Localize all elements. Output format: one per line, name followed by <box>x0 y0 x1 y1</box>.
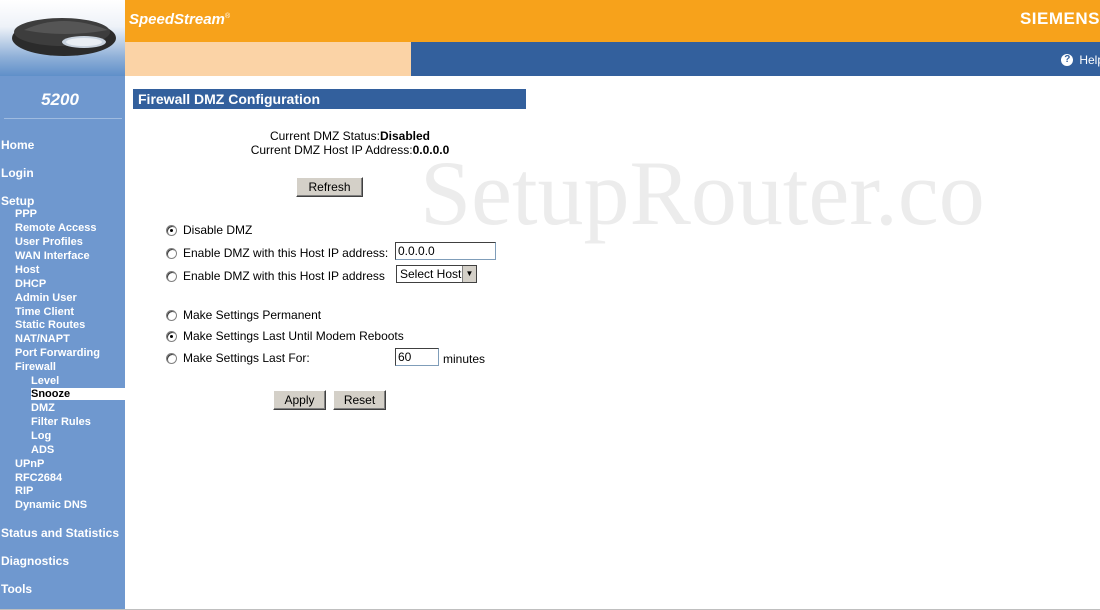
sidebar-divider <box>4 118 122 119</box>
host-select[interactable]: Select Host ▼ <box>396 265 477 283</box>
sidebar-item-level[interactable]: Level <box>31 375 59 387</box>
dmz-host-row: Current DMZ Host IP Address:0.0.0.0 <box>200 143 500 157</box>
header-bar: SpeedStream® SIEMENS <box>125 0 1100 42</box>
sidebar-item-wan-interface[interactable]: WAN Interface <box>15 250 90 262</box>
option-enable-dmz-host[interactable]: Enable DMZ with this Host IP address <box>166 269 385 283</box>
radio-settings-permanent[interactable] <box>166 309 177 321</box>
sidebar-item-dhcp[interactable]: DHCP <box>15 278 46 290</box>
sidebar-item-static-routes[interactable]: Static Routes <box>15 319 85 331</box>
dmz-host-value: 0.0.0.0 <box>412 143 450 157</box>
option-settings-last-for[interactable]: Make Settings Last For: <box>166 351 310 365</box>
reset-button[interactable]: Reset <box>333 390 386 410</box>
option-disable-dmz[interactable]: Disable DMZ <box>166 223 252 237</box>
brand-name: SpeedStream <box>129 11 225 28</box>
refresh-button[interactable]: Refresh <box>296 177 363 197</box>
option-settings-last-for-label: Make Settings Last For: <box>183 351 310 365</box>
sidebar-item-firewall[interactable]: Firewall <box>15 361 56 373</box>
sidebar-item-diagnostics[interactable]: Diagnostics <box>1 554 69 568</box>
question-circle-icon: ? <box>1061 54 1074 66</box>
host-select-value: Select Host <box>400 267 462 281</box>
dmz-status-row: Current DMZ Status:Disabled <box>200 129 500 143</box>
sidebar-item-admin-user[interactable]: Admin User <box>15 292 77 304</box>
dmz-status-label: Current DMZ Status: <box>269 129 380 143</box>
header-toolbar: ? Help <box>411 42 1100 76</box>
option-settings-until-reboot[interactable]: Make Settings Last Until Modem Reboots <box>166 329 404 343</box>
brand-logo: SpeedStream® <box>129 11 230 28</box>
sidebar-item-ads[interactable]: ADS <box>31 444 54 456</box>
sidebar-item-home[interactable]: Home <box>1 138 34 152</box>
sidebar-item-nat-napt[interactable]: NAT/NAPT <box>15 333 70 345</box>
dmz-host-ip-field[interactable]: 0.0.0.0 <box>395 242 496 260</box>
sidebar-item-filter-rules[interactable]: Filter Rules <box>31 416 91 428</box>
option-settings-permanent-label: Make Settings Permanent <box>183 308 322 322</box>
radio-enable-dmz-ip[interactable] <box>166 247 177 259</box>
option-disable-dmz-label: Disable DMZ <box>183 223 253 237</box>
sidebar-item-remote-access[interactable]: Remote Access <box>15 222 97 234</box>
sidebar-item-time-client[interactable]: Time Client <box>15 306 74 318</box>
sidebar-item-dynamic-dns[interactable]: Dynamic DNS <box>15 499 87 511</box>
radio-enable-dmz-host[interactable] <box>166 270 177 282</box>
sidebar-item-ppp[interactable]: PPP <box>15 208 37 220</box>
sidebar-item-rfc2684[interactable]: RFC2684 <box>15 472 62 484</box>
watermark: SetupRouter.co <box>420 142 985 244</box>
sidebar: 5200 Home Login Setup PPP Remote Access … <box>0 76 125 609</box>
sidebar-item-setup[interactable]: Setup <box>1 194 34 208</box>
brand-mark: ® <box>224 13 231 20</box>
radio-disable-dmz[interactable] <box>166 224 177 236</box>
sidebar-item-log[interactable]: Log <box>31 430 51 442</box>
sidebar-item-status-and-statistics[interactable]: Status and Statistics <box>1 526 119 540</box>
header-accent <box>125 42 411 76</box>
dmz-host-label: Current DMZ Host IP Address: <box>250 143 413 157</box>
sidebar-item-user-profiles[interactable]: User Profiles <box>15 236 83 248</box>
option-enable-dmz-ip-label: Enable DMZ with this Host IP address: <box>183 246 389 260</box>
sidebar-item-dmz[interactable]: DMZ <box>31 402 55 414</box>
option-enable-dmz-host-label: Enable DMZ with this Host IP address <box>183 269 385 283</box>
sidebar-item-snooze[interactable]: Snooze <box>31 388 125 400</box>
help-link[interactable]: ? Help <box>1061 53 1100 67</box>
dmz-status-value: Disabled <box>380 129 431 143</box>
header-logo-area <box>0 0 125 76</box>
dmz-status-block: Current DMZ Status:Disabled Current DMZ … <box>200 129 500 157</box>
apply-button[interactable]: Apply <box>273 390 326 410</box>
help-label: Help <box>1079 53 1100 67</box>
radio-settings-last-for[interactable] <box>166 352 177 364</box>
option-settings-permanent[interactable]: Make Settings Permanent <box>166 308 321 322</box>
minutes-unit-label: minutes <box>443 352 486 366</box>
vendor-logo: SIEMENS <box>1019 9 1100 28</box>
model-number: 5200 <box>41 90 79 109</box>
minutes-field[interactable]: 60 <box>395 348 439 366</box>
radio-settings-until-reboot[interactable] <box>166 330 177 342</box>
page-title: Firewall DMZ Configuration <box>133 89 526 109</box>
sidebar-item-upnp[interactable]: UPnP <box>15 458 44 470</box>
chevron-down-icon[interactable]: ▼ <box>462 266 476 282</box>
sidebar-item-rip[interactable]: RIP <box>15 485 33 497</box>
sidebar-item-tools[interactable]: Tools <box>1 582 32 596</box>
sidebar-item-port-forwarding[interactable]: Port Forwarding <box>15 347 100 359</box>
modem-logo-icon <box>12 18 116 56</box>
sidebar-item-host[interactable]: Host <box>15 264 39 276</box>
option-enable-dmz-ip[interactable]: Enable DMZ with this Host IP address: <box>166 246 388 260</box>
sidebar-item-login[interactable]: Login <box>1 166 34 180</box>
option-settings-until-reboot-label: Make Settings Last Until Modem Reboots <box>183 329 404 343</box>
